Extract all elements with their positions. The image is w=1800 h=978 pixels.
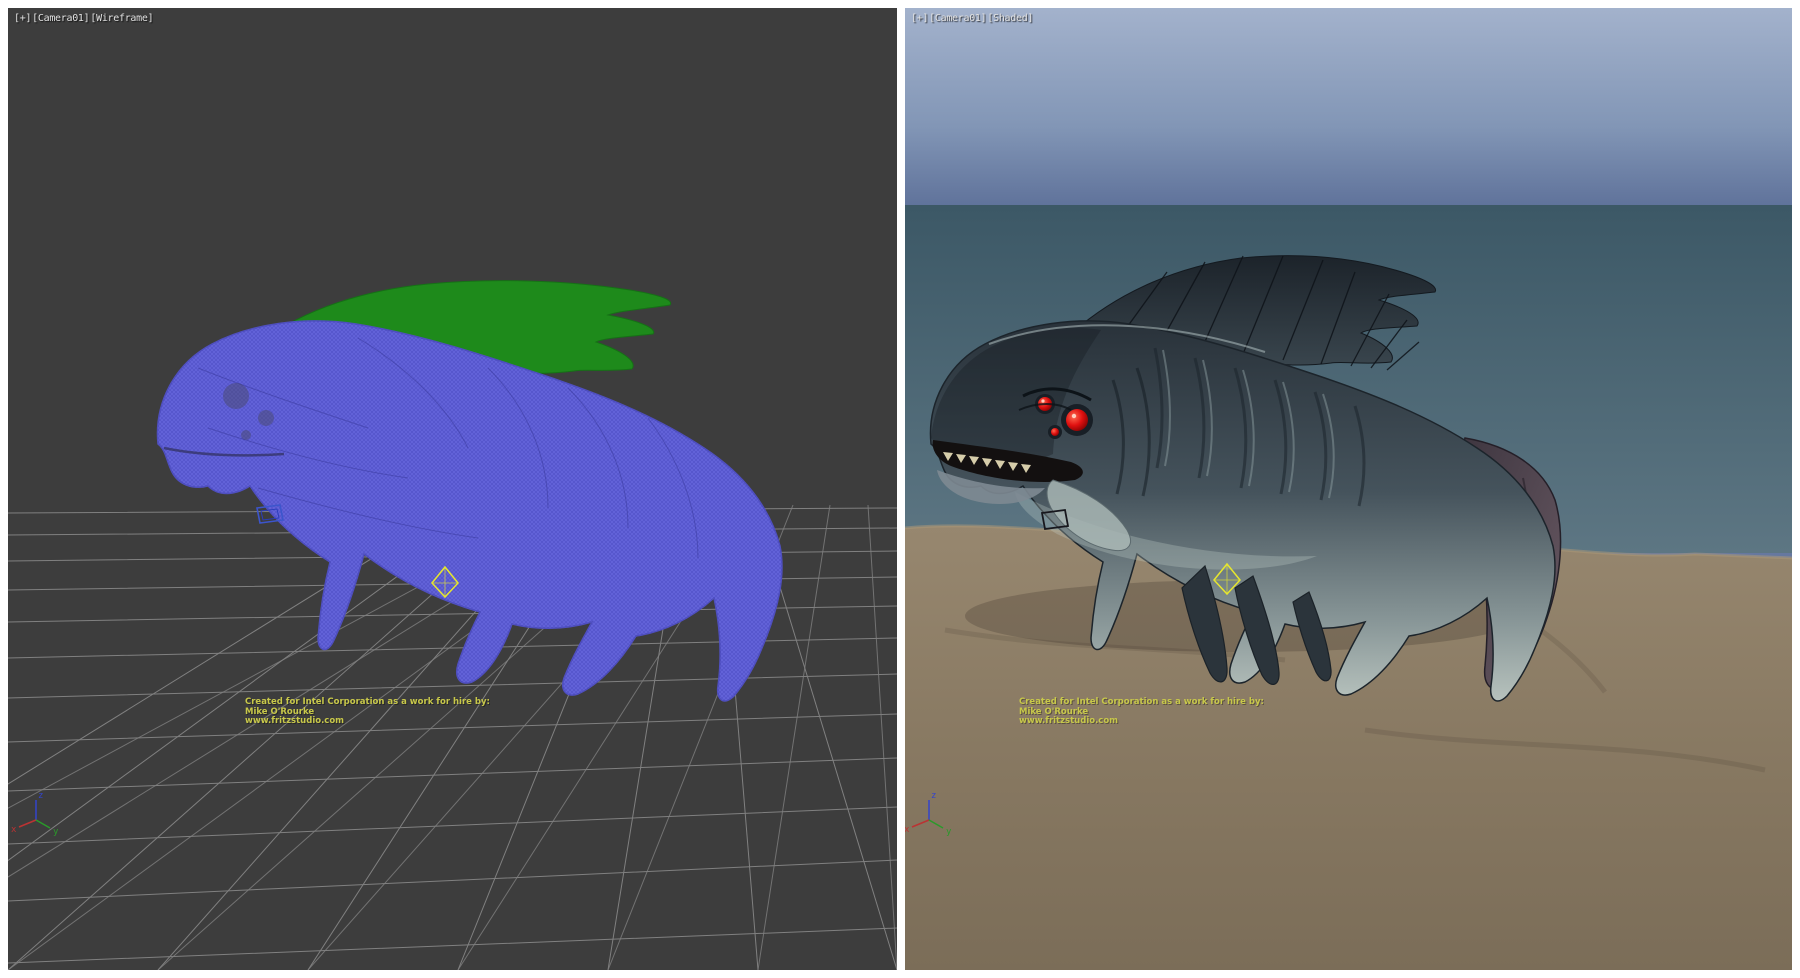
axis-y-label: y — [946, 827, 952, 837]
viewport-camera-button[interactable]: [Camera01] — [32, 13, 89, 24]
credit-text: Created for Intel Corporation as a work … — [1019, 698, 1264, 727]
axis-y-label: y — [53, 827, 59, 837]
viewport-wireframe-canvas: z x y — [8, 8, 897, 970]
sky — [905, 8, 1792, 205]
app-window: z x y [+] [Camera01] [Wireframe] Created… — [0, 0, 1800, 978]
credit-text: Created for Intel Corporation as a work … — [245, 698, 490, 727]
axis-z-label: z — [38, 791, 43, 801]
viewport-menu-button[interactable]: [+] — [911, 13, 928, 24]
viewport-shading-button[interactable]: [Shaded] — [987, 13, 1033, 24]
viewport-label-right: [+] [Camera01] [Shaded] — [911, 13, 1033, 24]
viewport-shading-button[interactable]: [Wireframe] — [90, 13, 153, 24]
credit-line-3: www.fritzstudio.com — [1019, 717, 1264, 727]
viewport-menu-button[interactable]: [+] — [14, 13, 31, 24]
viewport-wireframe[interactable]: z x y [+] [Camera01] [Wireframe] Created… — [8, 8, 897, 970]
viewport-camera-button[interactable]: [Camera01] — [929, 13, 986, 24]
axis-x-label: x — [905, 825, 910, 835]
viewport-label-left: [+] [Camera01] [Wireframe] — [14, 13, 153, 24]
world-axis-tripod: z x y — [11, 791, 59, 837]
axis-z-label: z — [931, 791, 936, 801]
fish-model-wireframe[interactable] — [157, 321, 781, 701]
credit-line-3: www.fritzstudio.com — [245, 717, 490, 727]
viewport-shaded-canvas: z x y — [905, 8, 1792, 970]
viewport-shaded[interactable]: z x y [+] [Camera01] [Shaded] Created fo… — [905, 8, 1792, 970]
axis-x-label: x — [11, 825, 17, 835]
